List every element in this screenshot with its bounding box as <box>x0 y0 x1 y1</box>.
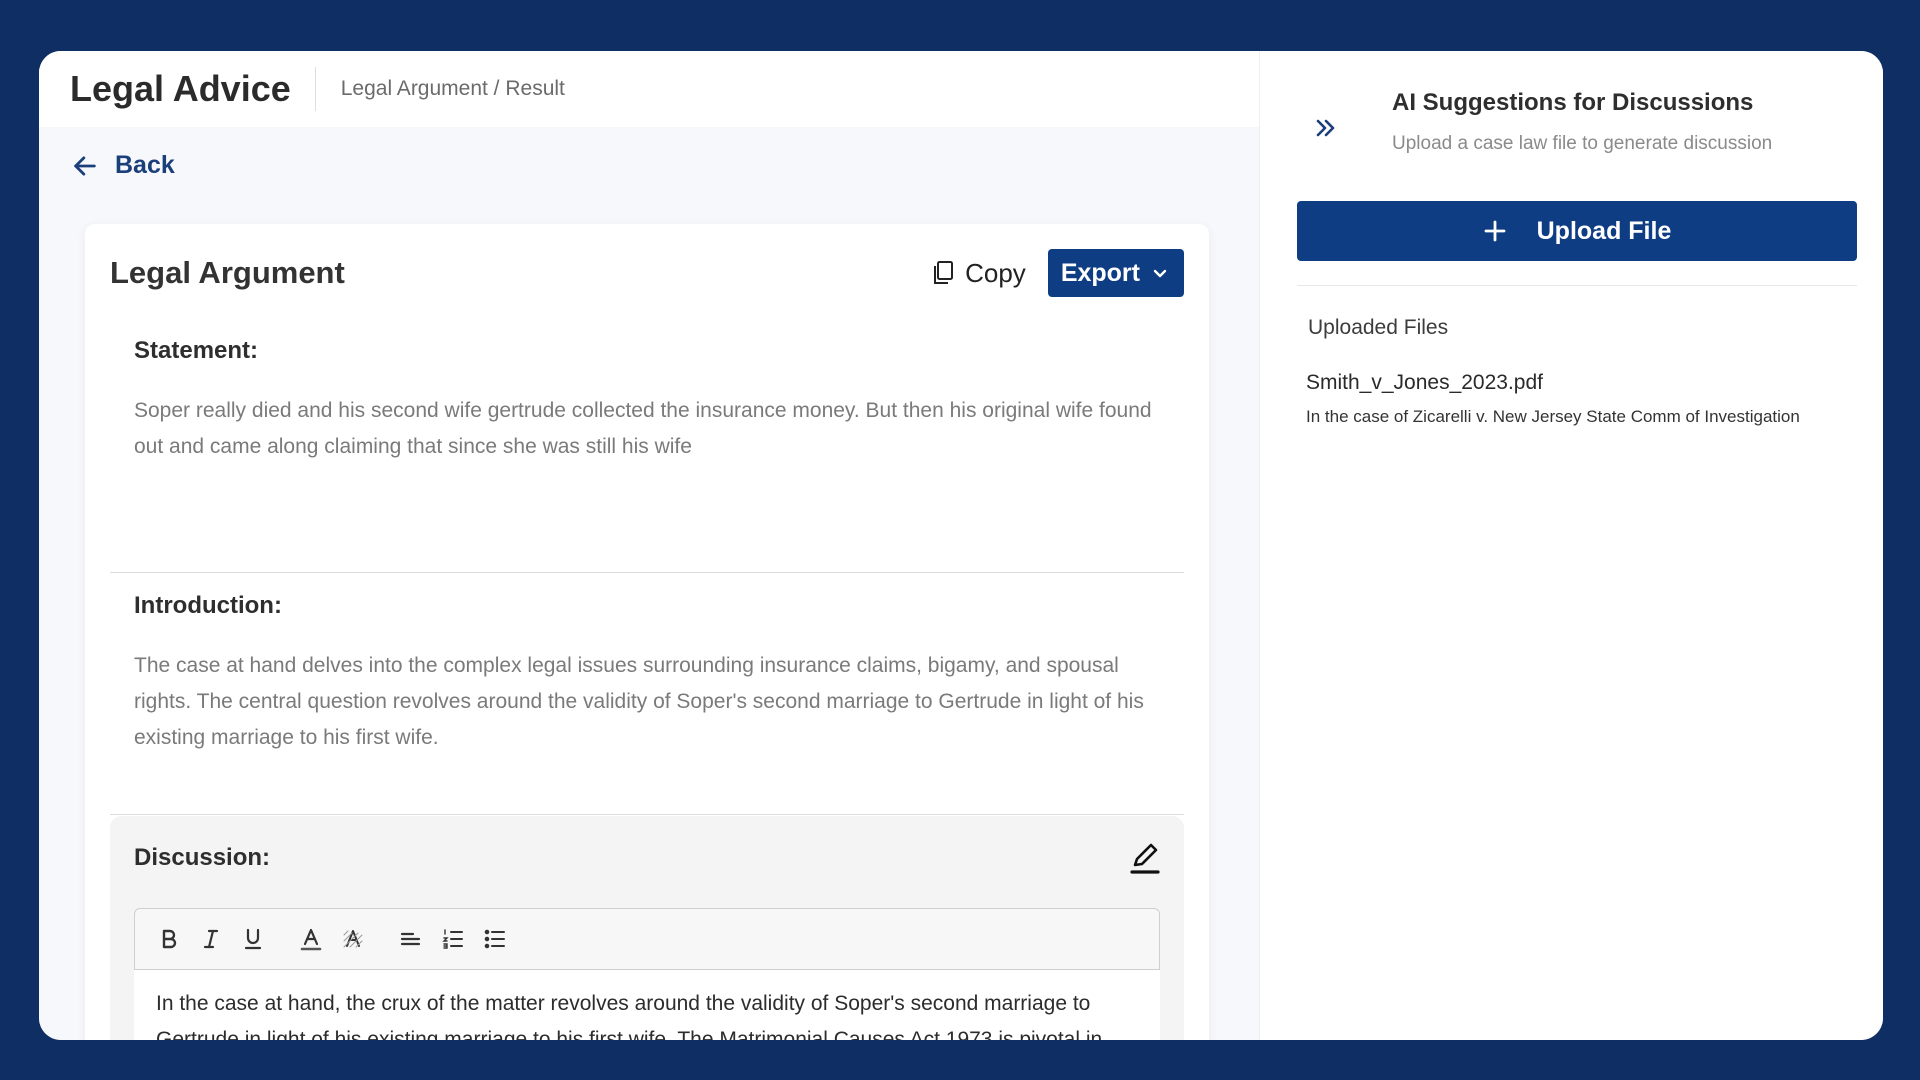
card-header: Legal Argument Copy Export <box>110 248 1184 298</box>
section-divider <box>110 814 1184 815</box>
file-name: Smith_v_Jones_2023.pdf <box>1306 371 1543 394</box>
export-button[interactable]: Export <box>1047 249 1184 297</box>
main-pane: Legal Advice Legal Argument / Result Bac… <box>39 51 1259 1040</box>
statement-section: Statement: Soper really died and his sec… <box>134 337 1160 465</box>
chevron-down-icon <box>1153 269 1167 278</box>
file-description: In the case of Zicarelli v. New Jersey S… <box>1306 407 1800 426</box>
card-actions: Copy Export <box>931 249 1184 297</box>
export-label: Export <box>1060 258 1140 287</box>
bullet-list-icon[interactable] <box>481 925 509 953</box>
editor-toolbar <box>134 908 1160 970</box>
font-color-icon[interactable] <box>297 925 325 953</box>
copy-label: Copy <box>965 257 1026 288</box>
ordered-list-icon[interactable] <box>439 925 467 953</box>
statement-heading: Statement: <box>134 337 259 364</box>
app-window: Legal Advice Legal Argument / Result Bac… <box>39 51 1883 1040</box>
underline-icon[interactable] <box>239 925 267 953</box>
panel-divider <box>1297 285 1857 286</box>
upload-file-label: Upload File <box>1536 216 1672 245</box>
back-link[interactable]: Back <box>71 151 175 180</box>
align-left-icon[interactable] <box>397 925 425 953</box>
introduction-body: The case at hand delves into the complex… <box>134 654 1144 749</box>
copy-button[interactable]: Copy <box>931 258 1026 289</box>
panel-subtitle: Upload a case law file to generate discu… <box>1392 133 1773 154</box>
discussion-section: Discussion: In the case at hand, the cru… <box>110 816 1184 1040</box>
double-chevron-right-icon[interactable] <box>1313 115 1339 141</box>
card-title: Legal Argument <box>110 255 345 290</box>
app-title: Legal Advice <box>39 67 316 111</box>
copy-icon <box>934 261 954 284</box>
highlight-icon[interactable] <box>339 925 367 953</box>
italic-icon[interactable] <box>197 925 225 953</box>
section-divider <box>110 572 1184 573</box>
upload-file-button[interactable]: Upload File <box>1297 201 1857 261</box>
discussion-editor[interactable]: In the case at hand, the crux of the mat… <box>134 970 1160 1040</box>
statement-body: Soper really died and his second wife ge… <box>134 399 1152 458</box>
back-label: Back <box>115 151 175 179</box>
ai-suggestions-panel: AI Suggestions for Discussions Upload a … <box>1259 51 1883 1040</box>
panel-title: AI Suggestions for Discussions <box>1392 89 1754 116</box>
uploaded-file-item[interactable]: Smith_v_Jones_2023.pdf In the case of Zi… <box>1306 371 1854 427</box>
breadcrumb: Legal Argument / Result <box>340 77 565 100</box>
pencil-edit-icon[interactable] <box>1128 840 1162 876</box>
arrow-left-icon <box>74 155 96 176</box>
legal-argument-card: Legal Argument Copy Export Statement: So… <box>85 224 1209 1040</box>
bold-icon[interactable] <box>155 925 183 953</box>
plus-icon <box>1484 220 1506 242</box>
discussion-heading: Discussion: <box>134 844 271 871</box>
top-bar: Legal Advice Legal Argument / Result <box>39 51 1259 127</box>
introduction-section: Introduction: The case at hand delves in… <box>134 592 1160 756</box>
introduction-heading: Introduction: <box>134 592 282 619</box>
uploaded-files-heading: Uploaded Files <box>1308 316 1449 339</box>
